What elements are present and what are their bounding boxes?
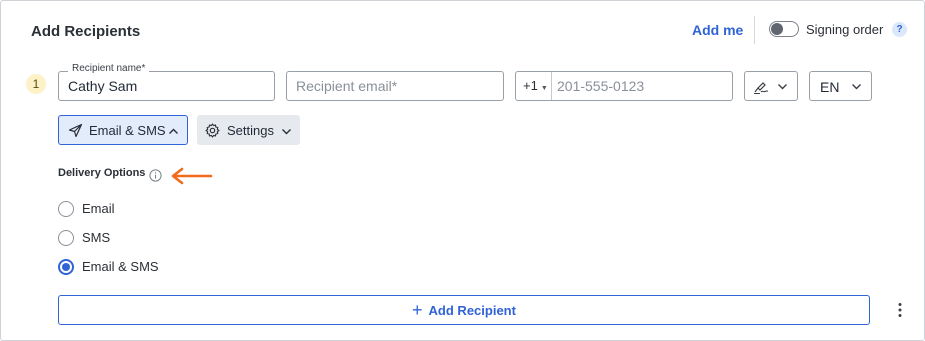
delivery-option-label: Email & SMS bbox=[82, 259, 159, 274]
signing-order-label: Signing order bbox=[806, 22, 884, 37]
settings-label: Settings bbox=[227, 123, 274, 138]
recipient-number-badge: 1 bbox=[26, 74, 46, 94]
send-icon bbox=[68, 123, 83, 138]
header-divider bbox=[754, 16, 755, 44]
radio-sms[interactable] bbox=[58, 230, 74, 246]
signature-type-select[interactable] bbox=[744, 71, 798, 101]
chevron-down-icon bbox=[778, 84, 787, 90]
delivery-option-label: SMS bbox=[82, 230, 111, 245]
info-icon[interactable] bbox=[149, 169, 162, 182]
panel-title: Add Recipients bbox=[31, 23, 141, 40]
signing-order-toggle[interactable] bbox=[769, 21, 799, 37]
language-value: EN bbox=[820, 79, 840, 95]
country-code-value: +1 bbox=[523, 78, 538, 93]
signature-icon bbox=[754, 82, 769, 94]
language-select[interactable]: EN bbox=[809, 71, 872, 101]
recipient-name-input[interactable] bbox=[59, 72, 274, 100]
delivery-options-title: Delivery Options bbox=[58, 167, 146, 179]
toggle-knob bbox=[771, 23, 783, 35]
delivery-option-label: Email bbox=[82, 201, 115, 216]
delivery-method-button[interactable]: Email & SMS bbox=[58, 115, 188, 145]
settings-button[interactable]: Settings bbox=[197, 115, 300, 145]
recipient-email-input[interactable] bbox=[287, 72, 503, 100]
annotation-arrow-icon bbox=[171, 167, 213, 185]
chevron-down-icon bbox=[852, 84, 861, 90]
add-me-link[interactable]: Add me bbox=[692, 22, 743, 38]
chevron-up-icon bbox=[169, 128, 178, 134]
delivery-method-label: Email & SMS bbox=[89, 123, 166, 138]
recipient-phone-field: +1 ▼ bbox=[515, 71, 733, 101]
radio-email-sms[interactable] bbox=[58, 259, 74, 275]
recipient-email-field bbox=[286, 71, 504, 101]
caret-down-icon: ▼ bbox=[540, 85, 548, 92]
chevron-down-icon bbox=[282, 129, 291, 135]
help-icon[interactable]: ? bbox=[892, 22, 907, 37]
recipient-name-field: Recipient name* bbox=[58, 63, 275, 101]
add-recipient-label: Add Recipient bbox=[428, 302, 516, 318]
gear-icon bbox=[205, 123, 220, 138]
recipient-name-label: Recipient name* bbox=[68, 63, 150, 74]
country-code-select[interactable]: +1 ▼ bbox=[516, 72, 552, 100]
more-options-icon[interactable] bbox=[897, 302, 903, 318]
radio-email[interactable] bbox=[58, 201, 74, 217]
add-recipient-button[interactable]: + Add Recipient bbox=[58, 295, 870, 325]
add-recipients-panel: Add Recipients Add me Signing order ? 1 … bbox=[0, 0, 925, 341]
plus-icon: + bbox=[412, 300, 423, 320]
